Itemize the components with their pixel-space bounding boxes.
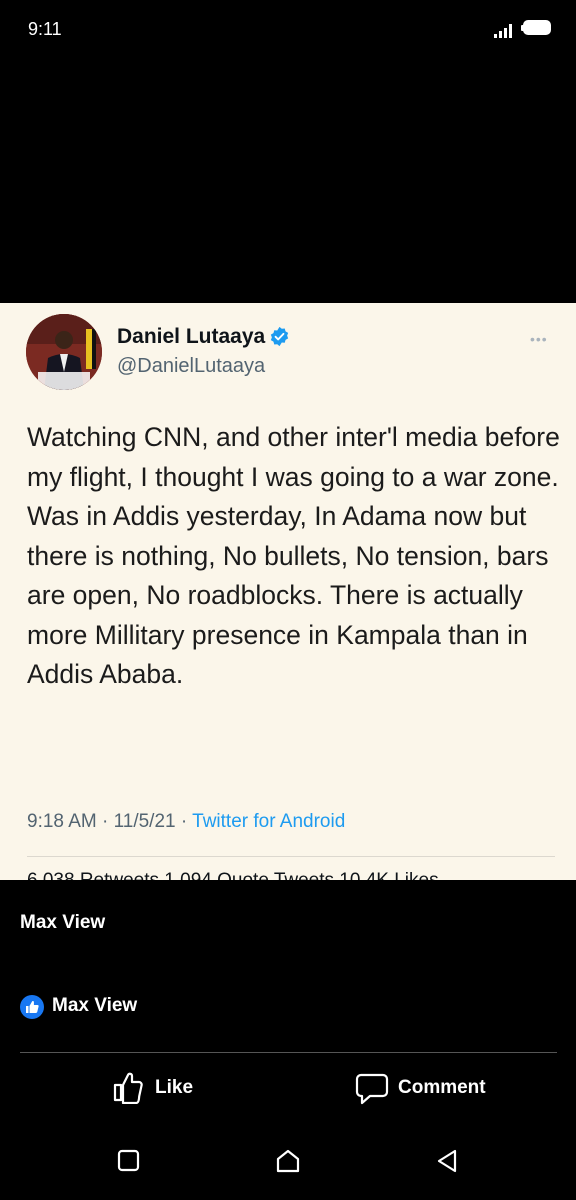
more-icon: ••• bbox=[530, 331, 548, 347]
battery-icon bbox=[521, 20, 555, 37]
back-icon[interactable] bbox=[434, 1148, 460, 1174]
meta-separator: · bbox=[96, 811, 114, 832]
tweet-text: Watching CNN, and other inter'l media be… bbox=[27, 422, 560, 689]
action-divider bbox=[20, 1052, 557, 1053]
post-caption: Max View bbox=[20, 912, 106, 933]
meta-separator: · bbox=[175, 811, 193, 832]
comment-button[interactable]: Comment bbox=[355, 1070, 505, 1106]
tweet-date: 11/5/21 bbox=[113, 811, 176, 832]
user-handle[interactable]: @DanielLutaaya bbox=[117, 355, 265, 378]
home-icon[interactable] bbox=[275, 1148, 301, 1174]
tweet-divider bbox=[27, 856, 555, 857]
display-name[interactable]: Daniel Lutaaya bbox=[117, 325, 265, 349]
status-time: 9:11 bbox=[28, 19, 62, 39]
tweet-time: 9:18 AM bbox=[27, 811, 97, 832]
verified-icon bbox=[269, 326, 290, 347]
reaction-name: Max View bbox=[52, 995, 138, 1016]
signal-icon bbox=[494, 24, 516, 38]
avatar bbox=[26, 314, 102, 390]
recents-icon[interactable] bbox=[116, 1148, 142, 1174]
like-badge-icon bbox=[20, 995, 44, 1019]
like-label: Like bbox=[155, 1077, 194, 1098]
like-icon bbox=[113, 1072, 143, 1104]
comment-label: Comment bbox=[398, 1077, 486, 1098]
tweet-image[interactable]: Daniel Lutaaya @DanielLutaaya ••• Watchi… bbox=[0, 303, 576, 880]
tweet-stats: 6,038 Retweets 1,094 Quote Tweets 10.4K … bbox=[27, 870, 439, 880]
like-button[interactable]: Like bbox=[112, 1070, 212, 1106]
status-bar: 9:11 bbox=[0, 0, 576, 60]
tweet-meta: 9:18 AM · 11/5/21 · Twitter for Android bbox=[27, 811, 345, 833]
comment-icon bbox=[355, 1073, 389, 1105]
tweet-source: Twitter for Android bbox=[192, 811, 346, 832]
